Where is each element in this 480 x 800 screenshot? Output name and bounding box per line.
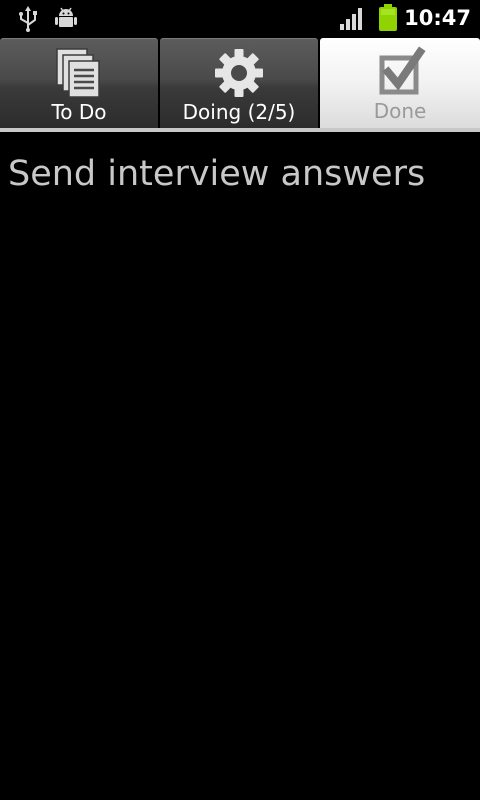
battery-icon xyxy=(377,4,399,36)
android-debug-icon xyxy=(54,6,78,34)
clock: 10:47 xyxy=(404,6,471,30)
gear-icon xyxy=(213,47,265,99)
tab-label: To Do xyxy=(51,100,107,124)
status-bar: 10:47 xyxy=(0,0,480,38)
list-icon xyxy=(53,47,105,99)
signal-icon xyxy=(339,7,365,35)
task-list: Send interview answers xyxy=(0,132,480,800)
tab-doing[interactable]: Doing (2/5) xyxy=(160,38,318,128)
usb-icon xyxy=(17,6,39,36)
tab-label: Done xyxy=(373,99,427,123)
tab-bar: To Do Doing (2/5) Done xyxy=(0,38,480,132)
tab-label: Doing (2/5) xyxy=(182,100,296,124)
list-item[interactable]: Send interview answers xyxy=(8,154,425,194)
tab-to-do[interactable]: To Do xyxy=(0,38,158,128)
checkbox-icon xyxy=(374,46,426,98)
tab-done[interactable]: Done xyxy=(320,38,480,128)
